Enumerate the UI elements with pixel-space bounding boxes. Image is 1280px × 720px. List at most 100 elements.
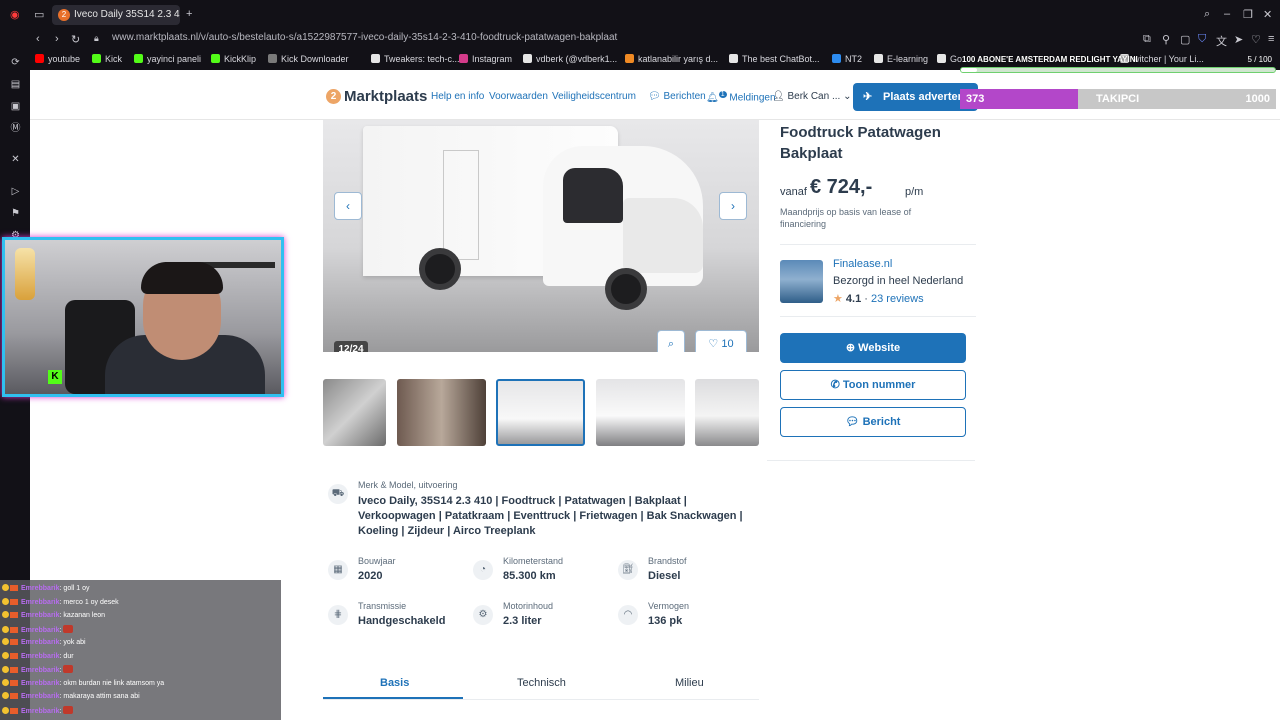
bookmark-item[interactable]: katlanabilir yarış d... <box>625 54 718 64</box>
bookmark-item[interactable]: youtube <box>35 54 80 64</box>
bookmark-item[interactable]: vdberk (@vdberk1... <box>523 54 617 64</box>
spec-label: Vermogen <box>648 601 690 611</box>
badge-icon <box>2 638 9 645</box>
price-prefix: vanaf <box>780 186 807 198</box>
nav-conditions-link[interactable]: Voorwaarden <box>489 91 548 102</box>
send-icon[interactable]: ➤ <box>1234 33 1243 46</box>
chat-message: Emrebbarik: yok abi <box>2 638 86 650</box>
dealer-subtitle: Bezorgd in heel Nederland <box>833 275 964 287</box>
bookmark-item[interactable]: Kick Downloader <box>268 54 349 64</box>
zoom-button[interactable]: ⌕ <box>657 330 685 352</box>
chat-username: Emrebbarik <box>21 639 60 646</box>
pin-icon[interactable]: ⚲ <box>1162 33 1170 46</box>
webcam-overlay: K <box>2 237 284 397</box>
main-listing-image[interactable]: ‹ › 12/24 ⌕ ♡ 10 <box>323 120 759 352</box>
nav-notifications-link[interactable]: 🔔︎ 1 Meldingen <box>706 91 776 103</box>
badge-icon <box>10 585 18 591</box>
nav-messages-link[interactable]: 💬︎ Berichten <box>648 91 706 102</box>
tab-basis[interactable]: Basis <box>380 677 409 689</box>
marktplaats-logo-icon[interactable]: 2 <box>326 89 341 104</box>
shield-icon[interactable]: ⛉ <box>1198 33 1206 46</box>
chat-text: kazanan leon <box>63 612 106 619</box>
chat-username: Emrebbarik <box>21 679 60 687</box>
bookmark-label: youtube <box>48 54 81 64</box>
chat-text: goll 1 oy <box>63 585 90 592</box>
bookmark-item[interactable]: The best ChatBot... <box>729 54 820 64</box>
gauge-icon: ◠ <box>618 605 638 625</box>
sidebar-x-icon[interactable]: ✕ <box>10 154 21 165</box>
sidebar-history-icon[interactable]: ⟳ <box>10 57 21 68</box>
magnifier-icon: ⌕ <box>667 338 675 350</box>
tab-milieu[interactable]: Milieu <box>675 677 704 689</box>
website-button[interactable]: ⊕ Website <box>780 333 966 363</box>
badge-icon <box>10 652 18 659</box>
spec-value: 85.300 km <box>503 570 556 582</box>
post-ad-icon: ✈︎ <box>863 91 873 103</box>
active-tab[interactable]: 2 Iveco Daily 35S14 2.3 41 <box>52 5 180 25</box>
translate-icon[interactable]: 文 <box>1216 33 1227 49</box>
search-icon[interactable]: ⌕ <box>1204 8 1210 21</box>
snapshot-icon[interactable]: ⧉ <box>1143 33 1151 46</box>
bookmark-favicon-icon <box>729 54 738 63</box>
sidebar-messenger-icon[interactable]: Ⓜ <box>10 123 21 134</box>
thumbnail-1[interactable] <box>323 379 386 446</box>
back-icon[interactable]: ‹ <box>36 33 40 45</box>
forward-icon[interactable]: › <box>55 33 59 45</box>
bookmark-item[interactable]: Instagram <box>459 54 512 64</box>
gearbox-icon: ⋕ <box>328 605 348 625</box>
thumbnail-5[interactable] <box>695 379 759 446</box>
site-logo[interactable]: Marktplaats <box>344 88 427 105</box>
favorite-button[interactable]: ♡ 10 <box>695 330 747 352</box>
bookmark-label: katlanabilir yarış d... <box>638 54 719 64</box>
tab-menu-icon[interactable]: ▭ <box>34 8 44 21</box>
favorite-count: 10 <box>721 338 734 350</box>
nav-safety-link[interactable]: Veiligheidscentrum <box>552 91 636 102</box>
next-image-button[interactable]: › <box>719 192 747 220</box>
dealer-name-link[interactable]: Finalease.nl <box>833 258 892 270</box>
bookmark-item[interactable]: yayinci paneli <box>134 54 201 64</box>
extensions-icon[interactable]: ▢ <box>1180 33 1190 46</box>
badge-icon <box>10 639 18 645</box>
bookmark-item[interactable]: E-learning <box>874 54 928 64</box>
thumbnail-4[interactable] <box>596 379 685 446</box>
close-icon[interactable]: ✕ <box>1263 8 1272 21</box>
minimize-icon[interactable]: – <box>1224 8 1230 20</box>
url-input[interactable]: www.marktplaats.nl/v/auto-s/bestelauto-s… <box>112 32 617 43</box>
heart-icon[interactable]: ♡ <box>1251 33 1261 46</box>
menu-icon[interactable]: ≡ <box>1268 33 1274 45</box>
spec-value: Diesel <box>648 570 681 582</box>
bookmark-item[interactable]: NT2 <box>832 54 862 64</box>
previous-image-button[interactable]: ‹ <box>334 192 362 220</box>
notification-count-badge: 1 <box>718 91 727 98</box>
chat-message: Emrebbarik: merco 1 oy desek <box>2 597 119 610</box>
new-tab-icon[interactable]: + <box>186 8 192 20</box>
bookmark-item[interactable]: Tweakers: tech-c... <box>371 54 460 64</box>
globe-icon: ⊕ <box>845 342 859 354</box>
reload-icon[interactable]: ↻ <box>71 33 80 46</box>
chat-text: merco 1 oy desek <box>63 598 119 606</box>
sidebar-play-icon[interactable]: ▷ <box>10 186 21 197</box>
opera-logo-icon[interactable]: ◉ <box>10 8 20 21</box>
nav-help-link[interactable]: Help en info <box>431 91 484 102</box>
restore-icon[interactable]: ❐ <box>1243 8 1253 21</box>
odometer-icon: ◔ <box>473 560 493 580</box>
bookmark-item[interactable]: KickKlip <box>211 54 256 64</box>
bookmark-item[interactable]: Kick <box>92 54 122 64</box>
reviews-link[interactable]: 23 reviews <box>871 293 924 305</box>
thumbnail-2[interactable] <box>397 379 486 446</box>
chat-username: Emrebbarik <box>21 707 60 715</box>
show-number-button[interactable]: ✆ Toon nummer <box>780 370 966 400</box>
badge-icon <box>2 625 9 633</box>
tabs-divider <box>323 699 759 700</box>
chat-username: Emrebbarik <box>21 693 60 700</box>
tab-technisch[interactable]: Technisch <box>517 677 566 689</box>
sidebar-player-icon[interactable]: ▣ <box>10 101 21 112</box>
thumbnail-3-selected[interactable] <box>496 379 585 446</box>
dealer-logo[interactable] <box>780 260 823 303</box>
spec-value: 2020 <box>358 570 383 582</box>
message-button[interactable]: 💬︎ Bericht <box>780 407 966 437</box>
bookmark-favicon-icon <box>937 54 946 63</box>
user-menu[interactable]: 👤︎ Berk Can ... ⌄ <box>772 91 851 102</box>
sidebar-wallet-icon[interactable]: ▤ <box>10 79 21 90</box>
sidebar-bookmark-icon[interactable]: ⚑ <box>10 208 21 219</box>
